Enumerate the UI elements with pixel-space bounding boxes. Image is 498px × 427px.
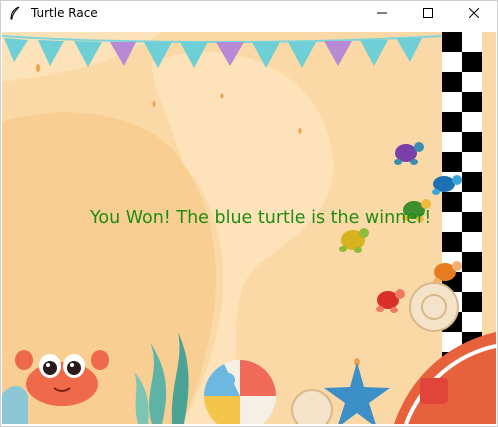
finish-line-square — [462, 132, 482, 152]
finish-line-square — [462, 212, 482, 232]
finish-line-square — [442, 232, 462, 252]
finish-line-square — [462, 252, 482, 272]
finish-line-square — [462, 232, 482, 252]
finish-line-square — [462, 272, 482, 292]
turtle-race-window: Turtle Race You Won! The blue turtle is … — [0, 0, 498, 427]
finish-line-square — [442, 192, 462, 212]
wave-decoration — [2, 385, 28, 424]
finish-line-square — [462, 152, 482, 172]
finish-line-square — [462, 32, 482, 52]
finish-line-square — [442, 112, 462, 132]
game-canvas: You Won! The blue turtle is the winner! — [2, 32, 496, 424]
finish-line-square — [442, 212, 462, 232]
title-bar[interactable]: Turtle Race — [1, 1, 497, 25]
finish-line-square — [442, 132, 462, 152]
finish-line-square — [462, 92, 482, 112]
finish-line-square — [462, 112, 482, 132]
finish-line-square — [462, 292, 482, 312]
finish-line-square — [462, 52, 482, 72]
close-icon — [469, 8, 479, 18]
feather-icon — [7, 5, 23, 21]
finish-line-square — [462, 172, 482, 192]
finish-line-square — [442, 152, 462, 172]
minimize-button[interactable] — [359, 1, 405, 25]
winner-message: You Won! The blue turtle is the winner! — [90, 208, 432, 228]
finish-line-square — [442, 52, 462, 72]
maximize-icon — [423, 8, 433, 18]
minimize-icon — [377, 12, 387, 14]
finish-line-square — [462, 192, 482, 212]
window-title: Turtle Race — [31, 6, 98, 20]
finish-line-square — [442, 92, 462, 112]
finish-line-square — [442, 72, 462, 92]
close-button[interactable] — [451, 1, 497, 25]
finish-line-square — [462, 72, 482, 92]
finish-line-square — [462, 312, 482, 332]
maximize-button[interactable] — [405, 1, 451, 25]
finish-line-square — [442, 32, 462, 52]
